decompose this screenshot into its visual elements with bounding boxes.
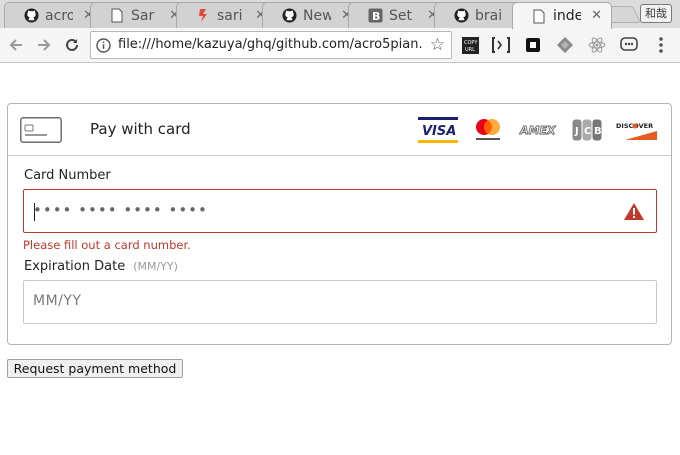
tab-title: acro — [45, 7, 73, 24]
url-text: file:///home/kazuya/ghq/github.com/acro5… — [118, 37, 423, 52]
credit-card-icon — [20, 117, 62, 147]
tab-acro[interactable]: acro ✕ — [4, 2, 104, 28]
svg-text:J: J — [574, 126, 579, 137]
tab-title: New — [303, 7, 331, 24]
bootstrap-icon: B — [367, 8, 383, 24]
tab-index[interactable]: inde ✕ — [512, 2, 612, 29]
github-icon — [453, 8, 469, 24]
reload-icon — [66, 38, 78, 51]
address-bar[interactable]: file:///home/kazuya/ghq/github.com/acro5… — [90, 31, 452, 59]
page-icon — [531, 8, 547, 24]
svg-text:VISA: VISA — [422, 124, 456, 139]
close-icon[interactable]: ✕ — [591, 8, 602, 23]
browser-toolbar: file:///home/kazuya/ghq/github.com/acro5… — [0, 28, 680, 63]
square-extension-icon[interactable] — [524, 36, 542, 54]
svg-text:C: C — [584, 126, 591, 137]
warning-icon — [623, 202, 645, 225]
svg-text:COPY: COPY — [464, 40, 478, 46]
reload-button[interactable] — [62, 35, 82, 55]
card-number-error: Please fill out a card number. — [23, 238, 191, 252]
tab-new[interactable]: New ✕ — [262, 2, 362, 28]
card-number-input[interactable]: •••• •••• •••• •••• — [23, 189, 657, 233]
svg-text:URL: URL — [465, 47, 475, 53]
github-icon — [23, 8, 39, 24]
discover-logo-icon: DISCOVER — [615, 116, 657, 144]
payment-card: Pay with card VISA AMEX JCB DISCOVER Car… — [7, 103, 672, 345]
back-arrow-icon — [9, 39, 22, 51]
react-devtools-icon[interactable] — [588, 36, 606, 54]
mastercard-logo-icon — [470, 116, 506, 144]
svg-text:B: B — [594, 126, 602, 137]
card-header[interactable]: Pay with card VISA AMEX JCB DISCOVER — [8, 104, 671, 156]
info-icon[interactable] — [96, 38, 111, 57]
expiration-hint: (MM/YY) — [133, 260, 178, 273]
page-icon — [109, 8, 125, 24]
chat-extension-icon[interactable] — [620, 36, 638, 54]
tab-title: Set — [389, 7, 412, 24]
request-payment-button[interactable]: Request payment method — [7, 359, 183, 378]
tab-sari[interactable]: sari ✕ — [176, 2, 276, 28]
expiration-date-label: Expiration Date (MM/YY) — [24, 259, 178, 274]
forward-button[interactable] — [34, 35, 54, 55]
profile-button[interactable]: 和哉 — [640, 4, 672, 23]
tab-title: brai — [475, 7, 503, 24]
diamond-extension-icon[interactable] — [556, 36, 574, 54]
copy-url-extension-icon[interactable]: COPY URL — [461, 36, 479, 54]
menu-kebab-icon[interactable] — [652, 36, 670, 54]
tab-title: Sar — [131, 7, 155, 24]
github-icon — [281, 8, 297, 24]
card-number-placeholder: •••• •••• •••• •••• — [33, 201, 208, 219]
tab-set[interactable]: B Set ✕ — [348, 2, 448, 28]
code-bracket-extension-icon[interactable] — [492, 36, 510, 54]
red-s-icon — [195, 8, 211, 24]
tab-sar[interactable]: Sar ✕ — [90, 2, 190, 28]
expiration-date-input[interactable]: MM/YY — [23, 280, 657, 324]
forward-arrow-icon — [38, 39, 51, 51]
card-number-label: Card Number — [24, 168, 111, 183]
svg-text:AMEX: AMEX — [519, 124, 556, 137]
tab-title: sari — [217, 7, 243, 24]
amex-logo-icon: AMEX — [518, 116, 558, 144]
svg-text:B: B — [372, 10, 380, 23]
back-button[interactable] — [6, 35, 26, 55]
visa-logo-icon: VISA — [418, 116, 458, 144]
tab-strip: acro ✕ Sar ✕ sari ✕ New ✕ B Set ✕ brai ✕ — [0, 0, 680, 29]
tab-title: inde — [553, 8, 581, 24]
jcb-logo-icon: JCB — [571, 116, 603, 144]
pay-with-card-label: Pay with card — [90, 120, 191, 138]
expiration-placeholder: MM/YY — [33, 293, 82, 309]
bookmark-star-icon[interactable]: ☆ — [430, 35, 445, 55]
